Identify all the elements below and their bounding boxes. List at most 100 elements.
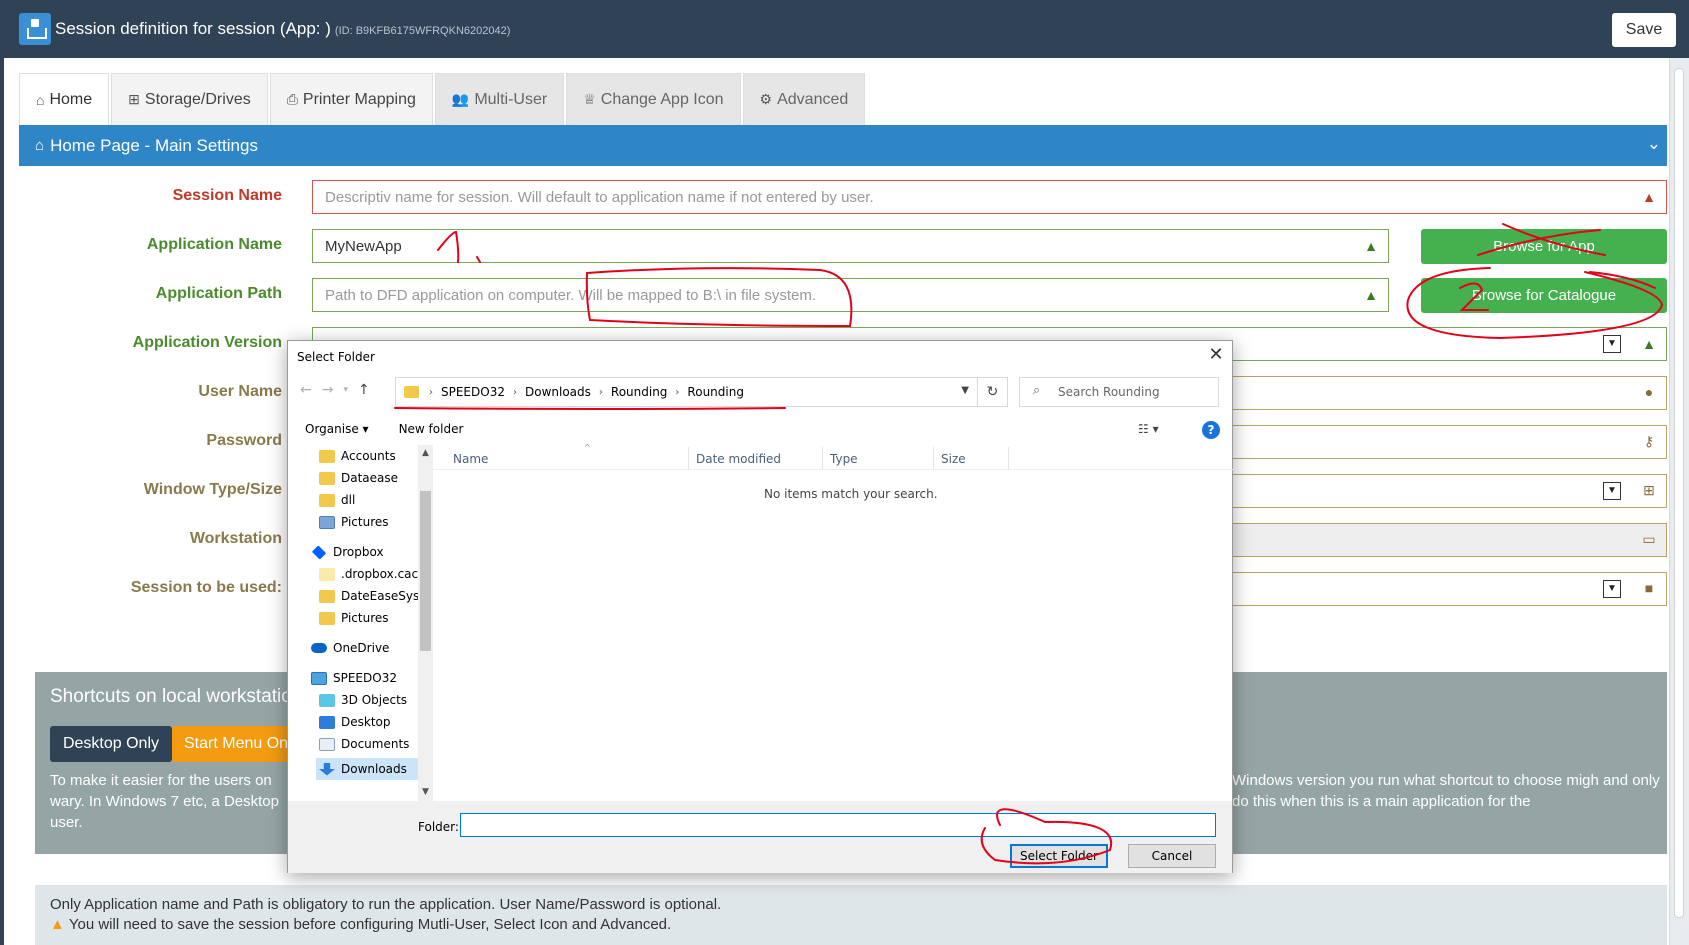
tab-home[interactable]: ⌂ Home <box>19 73 110 125</box>
desktop-only-button[interactable]: Desktop Only <box>50 726 172 762</box>
column-header-date-modified[interactable]: Date modified <box>696 452 781 466</box>
tree-item-label: dll <box>341 493 356 507</box>
organise-menu[interactable]: Organise ▾ <box>305 422 369 436</box>
tree-item-label: OneDrive <box>333 641 390 655</box>
breadcrumb-item[interactable]: SPEEDO32 <box>441 385 505 399</box>
tree-item[interactable]: Desktop <box>319 715 391 729</box>
folder-input[interactable] <box>460 813 1216 837</box>
tab-label: Change App Icon <box>600 90 724 108</box>
column-header-type[interactable]: Type <box>830 452 858 466</box>
chevron-down-icon[interactable]: ▼ <box>1603 335 1621 353</box>
pictures-icon <box>319 515 335 529</box>
user-icon: ● <box>1644 384 1654 400</box>
tree-item[interactable]: dll <box>319 493 355 507</box>
search-icon: ⌕ <box>1033 383 1041 398</box>
monitor-icon: ▭ <box>1642 531 1656 547</box>
browse-for-app-button[interactable]: Browse for App <box>1421 229 1667 264</box>
column-divider[interactable] <box>822 447 823 469</box>
application-name-input[interactable] <box>312 229 1389 263</box>
chevron-down-icon[interactable]: ⌄ <box>1647 134 1661 154</box>
section-header[interactable]: ⌂ Home Page - Main Settings ⌄ <box>19 125 1667 166</box>
shortcuts-help-text-left: To make it easier for the users on wary.… <box>50 772 279 831</box>
warning-icon: ▲ <box>50 916 65 933</box>
application-path-input[interactable] <box>312 278 1389 312</box>
cancel-button[interactable]: Cancel <box>1128 844 1216 868</box>
tree-item-label: Pictures <box>341 611 389 625</box>
close-icon[interactable]: ✕ <box>1204 345 1228 367</box>
select-folder-dialog: Select Folder ✕ ← → ▾ ↑ › SPEEDO32 › Dow… <box>287 340 1233 873</box>
warning-icon: ▲ <box>1642 189 1656 205</box>
tab-storage-drives[interactable]: ⊞ Storage/Drives <box>111 73 268 125</box>
home-icon: ⌂ <box>35 137 45 154</box>
scroll-thumb[interactable] <box>420 491 431 651</box>
desktop-icon <box>319 715 335 729</box>
tree-item[interactable]: .dropbox.cache <box>319 567 430 581</box>
tree-item[interactable]: Documents <box>319 737 409 751</box>
breadcrumb-item[interactable]: Downloads <box>525 385 591 399</box>
tab-change-app-icon[interactable]: ♕ Change App Icon <box>566 73 741 125</box>
page-scrollbar[interactable] <box>1669 58 1689 945</box>
sort-caret-icon: ^ <box>584 443 591 452</box>
tab-printer-mapping[interactable]: ⎙ Printer Mapping <box>269 73 433 125</box>
up-arrow-icon[interactable]: ↑ <box>358 382 370 398</box>
column-header-size[interactable]: Size <box>941 452 966 466</box>
documents-icon <box>319 737 335 751</box>
tree-item-label: Dropbox <box>333 545 384 559</box>
chevron-down-icon[interactable]: ▼ <box>1603 482 1621 500</box>
folder-icon <box>404 386 419 398</box>
scroll-down-icon[interactable]: ▼ <box>418 787 433 797</box>
column-divider[interactable] <box>1008 447 1009 469</box>
page-scroll-thumb[interactable] <box>1674 68 1684 918</box>
back-arrow-icon[interactable]: ← <box>300 382 312 398</box>
save-button[interactable]: Save <box>1612 13 1676 47</box>
breadcrumb-separator: › <box>429 386 433 398</box>
computer-icon <box>311 671 327 685</box>
view-options-icon[interactable]: ☷ ▾ <box>1138 422 1159 436</box>
tree-item[interactable]: DateEaseSys <box>319 589 419 603</box>
address-bar[interactable]: › SPEEDO32 › Downloads › Rounding › Roun… <box>395 377 978 407</box>
tab-multi-user[interactable]: 👥 Multi-User <box>434 73 565 125</box>
tree-item[interactable]: SPEEDO32 <box>311 671 397 685</box>
column-header-name[interactable]: Name <box>453 452 488 466</box>
column-divider[interactable] <box>933 447 934 469</box>
refresh-icon[interactable]: ↻ <box>978 377 1008 407</box>
chevron-down-icon[interactable]: ▼ <box>1603 580 1621 598</box>
column-divider[interactable] <box>688 447 689 469</box>
workstation-label: Workstation <box>189 530 282 547</box>
recent-chevron-icon[interactable]: ▾ <box>343 385 348 398</box>
help-icon[interactable]: ? <box>1202 421 1220 439</box>
tree-item[interactable]: Pictures <box>319 515 389 529</box>
breadcrumb-item[interactable]: Rounding <box>611 385 668 399</box>
tree-item[interactable]: Accounts <box>319 449 396 463</box>
forward-arrow-icon[interactable]: → <box>322 382 334 398</box>
application-version-label: Application Version <box>132 334 282 351</box>
browse-for-catalogue-button[interactable]: Browse for Catalogue <box>1421 278 1667 313</box>
folder-icon <box>319 449 335 463</box>
tree-item-label: Documents <box>341 737 410 751</box>
breadcrumb-item[interactable]: Rounding <box>687 385 744 399</box>
session-name-input[interactable] <box>312 180 1667 214</box>
search-input[interactable] <box>1019 377 1219 407</box>
tree-item[interactable]: 3D Objects <box>319 693 407 707</box>
scroll-up-icon[interactable]: ▲ <box>418 448 433 458</box>
chevron-down-icon[interactable]: ▼ <box>961 385 969 396</box>
windows-icon: ⊞ <box>1643 482 1655 498</box>
tab-advanced[interactable]: ⚙ Advanced <box>742 73 866 125</box>
tree-item[interactable]: Downloads <box>316 758 418 780</box>
navigation-scrollbar[interactable]: ▲ ▼ <box>418 445 433 801</box>
column-header-row: Name Date modified Type Size <box>433 445 1233 470</box>
tree-item[interactable]: Dropbox <box>311 544 384 560</box>
left-edge-strip <box>0 58 4 945</box>
top-bar: Session definition for session (App: ) (I… <box>0 0 1689 58</box>
tree-item[interactable]: Dataease <box>319 471 398 485</box>
users-icon: 👥 <box>451 91 470 107</box>
tree-item[interactable]: Pictures <box>319 611 389 625</box>
tree-item-label: Downloads <box>341 762 407 776</box>
tree-item-label: Pictures <box>341 515 389 529</box>
new-folder-button[interactable]: New folder <box>399 422 464 436</box>
dialog-footer: Folder: Select Folder Cancel <box>288 801 1232 873</box>
select-folder-button[interactable]: Select Folder <box>1010 844 1108 868</box>
onedrive-icon <box>311 643 327 653</box>
tree-item[interactable]: OneDrive <box>311 641 389 655</box>
tab-label: Storage/Drives <box>144 90 251 108</box>
